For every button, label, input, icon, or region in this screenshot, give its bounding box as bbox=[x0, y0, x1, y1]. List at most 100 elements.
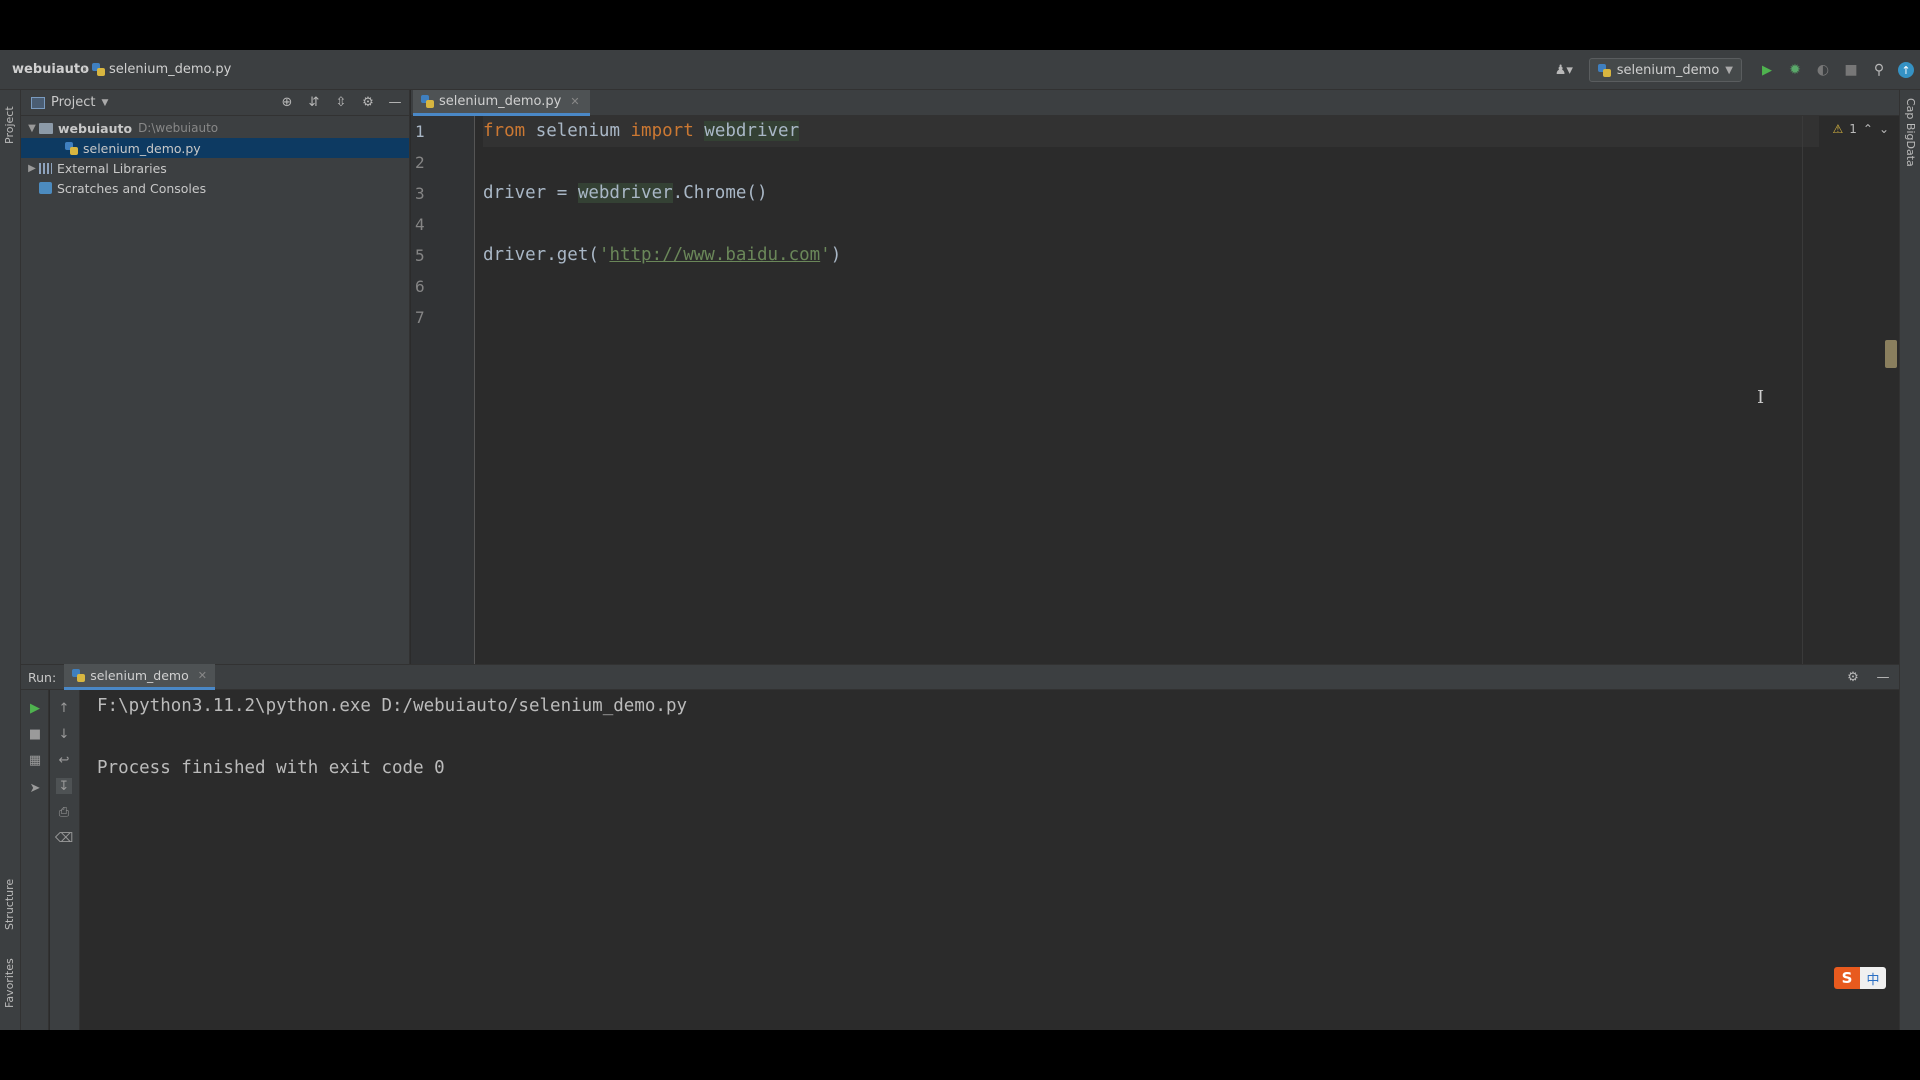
line-number: 3 bbox=[415, 184, 425, 203]
scratch-icon bbox=[39, 182, 52, 194]
tree-item-project-root[interactable]: ▼ webuiauto D:\webuiauto bbox=[21, 118, 409, 138]
breadcrumb-file[interactable]: selenium_demo.py bbox=[92, 62, 231, 77]
project-icon bbox=[31, 96, 45, 109]
tree-item-scratches[interactable]: Scratches and Consoles bbox=[21, 178, 409, 198]
expand-all-icon[interactable]: ⇵ bbox=[306, 94, 322, 110]
run-configuration-label: selenium_demo bbox=[1616, 62, 1720, 78]
gear-icon[interactable]: ⚙ bbox=[1845, 669, 1861, 685]
close-icon[interactable]: ✕ bbox=[570, 95, 579, 108]
tab-label: selenium_demo.py bbox=[439, 94, 562, 109]
tool-window-bigdata[interactable]: Cap BigData bbox=[1904, 98, 1917, 167]
update-icon[interactable]: ↑ bbox=[1898, 62, 1914, 78]
python-file-icon bbox=[1597, 63, 1611, 77]
soft-wrap-icon[interactable]: ↩ bbox=[56, 752, 72, 768]
line-number: 5 bbox=[415, 246, 425, 265]
stop-icon[interactable]: ■ bbox=[1842, 61, 1860, 79]
project-view-label: Project bbox=[51, 95, 96, 110]
arrow-down-icon[interactable]: ↓ bbox=[56, 726, 72, 742]
tree-item-external-libraries[interactable]: ▶ External Libraries bbox=[21, 158, 409, 178]
pin-icon[interactable]: ➤ bbox=[27, 780, 43, 796]
gear-icon[interactable]: ⚙ bbox=[360, 94, 376, 110]
arrow-up-icon[interactable]: ↑ bbox=[56, 700, 72, 716]
project-tree: ▼ webuiauto D:\webuiauto selenium_demo.p… bbox=[21, 116, 409, 198]
line-number: 6 bbox=[415, 277, 425, 296]
imported-name: webdriver bbox=[704, 121, 800, 141]
project-panel-header: Project ▼ ⊕ ⇵ ⇳ ⚙ — bbox=[21, 90, 409, 116]
tool-window-project[interactable]: Project bbox=[3, 98, 16, 144]
close-paren: ) bbox=[830, 245, 842, 265]
tool-window-structure[interactable]: Structure bbox=[3, 850, 16, 930]
search-icon[interactable]: ⚲ bbox=[1870, 61, 1888, 79]
keyword-import: import bbox=[630, 121, 694, 141]
text-cursor-icon: I bbox=[1757, 387, 1765, 408]
debug-icon[interactable]: ✹ bbox=[1786, 61, 1804, 79]
locate-icon[interactable]: ⊕ bbox=[279, 94, 295, 110]
run-tab-selenium-demo[interactable]: selenium_demo ✕ bbox=[64, 664, 215, 690]
tool-window-favorites[interactable]: Favorites bbox=[3, 938, 16, 1008]
navbar-actions: ♟▾ selenium_demo ▼ ▶ ✹ ◐ ■ ⚲ ↑ bbox=[1549, 50, 1920, 90]
rerun-icon[interactable]: ▶ bbox=[27, 700, 43, 716]
run-toolbar-primary: ▶ ■ ▦ ➤ bbox=[21, 690, 49, 1030]
tree-item-selenium-demo[interactable]: selenium_demo.py bbox=[21, 138, 409, 158]
input-method-badge[interactable]: S 中 bbox=[1834, 967, 1886, 989]
run-console[interactable]: F:\python3.11.2\python.exe D:/webuiauto/… bbox=[81, 690, 1899, 1030]
run-configuration-select[interactable]: selenium_demo ▼ bbox=[1588, 58, 1742, 82]
console-line: F:\python3.11.2\python.exe D:/webuiauto/… bbox=[97, 696, 688, 716]
line-number-gutter: 1 2 3 4 5 6 7 bbox=[411, 116, 475, 664]
trash-icon[interactable]: ⌫ bbox=[55, 830, 73, 846]
code-line-5: driver.get('http://www.baidu.com') bbox=[483, 240, 841, 271]
chevron-down-icon[interactable]: ▼ bbox=[25, 123, 39, 134]
left-tool-stripe: Project Structure Favorites bbox=[0, 90, 21, 1030]
editor-scrollbar-marker[interactable] bbox=[1885, 340, 1897, 368]
collapse-all-icon[interactable]: ⇳ bbox=[333, 94, 349, 110]
keyword-from: from bbox=[483, 121, 526, 141]
folder-icon bbox=[39, 122, 53, 134]
run-panel-label: Run: bbox=[28, 669, 57, 685]
code-editor[interactable]: from selenium import webdriver driver = … bbox=[483, 116, 1819, 664]
chevron-down-icon: ▼ bbox=[1725, 64, 1733, 76]
line-number: 2 bbox=[415, 153, 425, 172]
line-number: 1 bbox=[415, 122, 425, 141]
breadcrumb-project[interactable]: webuiauto bbox=[12, 62, 89, 77]
hide-icon[interactable]: — bbox=[1875, 669, 1891, 685]
ide-window: webuiauto › selenium_demo.py ♟▾ selenium… bbox=[0, 50, 1920, 1030]
chevron-right-icon[interactable]: ▶ bbox=[25, 163, 39, 174]
layout-icon[interactable]: ▦ bbox=[27, 752, 43, 768]
breadcrumb-separator: › bbox=[82, 62, 88, 77]
chevron-up-icon[interactable]: ⌃ bbox=[1863, 122, 1873, 136]
chevron-down-icon: ▼ bbox=[101, 97, 109, 108]
project-panel: Project ▼ ⊕ ⇵ ⇳ ⚙ — ▼ webuiauto D:\webui… bbox=[21, 90, 410, 664]
python-file-icon bbox=[65, 141, 78, 155]
tree-item-path: D:\webuiauto bbox=[138, 121, 219, 135]
editor-area: selenium_demo.py ✕ 1 2 3 4 5 6 7 from se… bbox=[411, 90, 1899, 664]
editor-tab-bar: selenium_demo.py ✕ bbox=[411, 90, 1899, 116]
project-view-select[interactable]: Project ▼ bbox=[31, 95, 108, 110]
webdriver-reference: webdriver bbox=[577, 183, 673, 203]
run-panel-tools: ⚙ — bbox=[1845, 669, 1891, 685]
stop-icon[interactable]: ■ bbox=[27, 726, 43, 742]
code-line-3: driver = webdriver.Chrome() bbox=[483, 178, 767, 209]
line-number: 4 bbox=[415, 215, 425, 234]
tab-selenium-demo[interactable]: selenium_demo.py ✕ bbox=[413, 90, 590, 116]
run-icon[interactable]: ▶ bbox=[1758, 61, 1776, 79]
method-call: .Chrome() bbox=[672, 183, 768, 203]
module-name: selenium bbox=[525, 121, 631, 141]
navigation-bar: webuiauto › selenium_demo.py ♟▾ selenium… bbox=[0, 50, 1920, 90]
hide-icon[interactable]: — bbox=[387, 94, 403, 110]
print-icon[interactable]: ⎙ bbox=[56, 804, 72, 820]
breadcrumb-file-label: selenium_demo.py bbox=[109, 62, 232, 77]
coverage-icon[interactable]: ◐ bbox=[1814, 61, 1832, 79]
string-quote: ' bbox=[598, 245, 610, 265]
tree-item-label: Scratches and Consoles bbox=[57, 180, 207, 196]
run-toolbar-secondary: ↑ ↓ ↩ ↧ ⎙ ⌫ bbox=[50, 690, 80, 1030]
run-tab-label: selenium_demo bbox=[90, 668, 189, 683]
close-icon[interactable]: ✕ bbox=[198, 669, 207, 682]
inspection-widget[interactable]: ⚠ 1 ⌃ ⌄ bbox=[1832, 122, 1889, 136]
string-quote: ' bbox=[820, 245, 831, 265]
ime-logo-icon: S bbox=[1834, 967, 1860, 989]
url-link[interactable]: http://www.baidu.com bbox=[609, 245, 820, 265]
ime-mode: 中 bbox=[1860, 967, 1886, 989]
chevron-down-icon[interactable]: ⌄ bbox=[1879, 122, 1889, 136]
user-icon[interactable]: ♟▾ bbox=[1549, 61, 1579, 79]
scroll-to-end-icon[interactable]: ↧ bbox=[56, 778, 72, 794]
